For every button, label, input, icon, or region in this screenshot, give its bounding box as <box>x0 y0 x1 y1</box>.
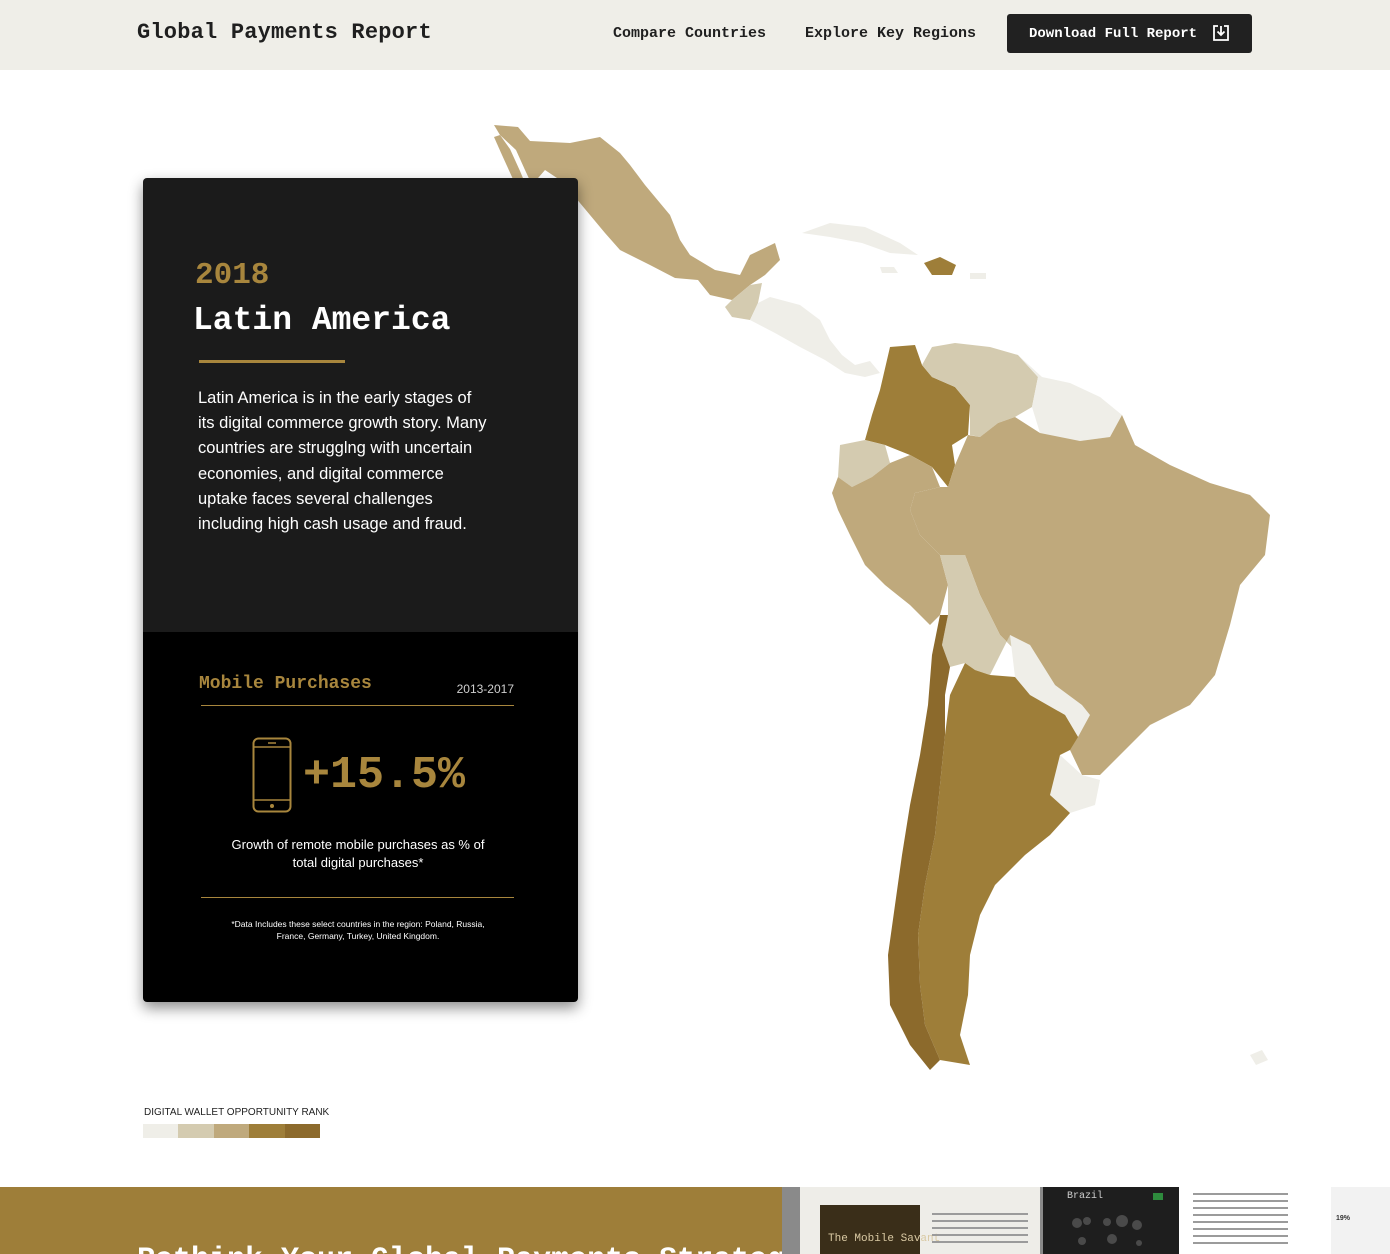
report-year: 2018 <box>195 258 270 293</box>
nav-compare-countries[interactable]: Compare Countries <box>613 25 766 42</box>
report-preview-collage: The Mobile Savant Brazil 19% <box>782 1187 1390 1254</box>
region-description: Latin America is in the early stages of … <box>198 389 487 534</box>
teaser-heading: Rethink Your Global Payments Strategy <box>137 1243 782 1254</box>
metric-value: +15.5% <box>303 750 466 801</box>
legend-title: DIGITAL WALLET OPPORTUNITY RANK <box>144 1107 330 1118</box>
map-region-jamaica <box>880 267 898 273</box>
map-region-cuba <box>802 223 918 255</box>
legend-swatch-5 <box>284 1124 321 1138</box>
preview-percent: 19% <box>1336 1215 1351 1222</box>
metric-divider <box>201 705 514 706</box>
preview-world-map-icon <box>1072 1215 1142 1246</box>
preview-text-lines <box>932 1213 1028 1248</box>
metric-caption: Growth of remote mobile purchases as % o… <box>231 837 485 870</box>
brand-title[interactable]: Global Payments Report <box>137 20 432 45</box>
footnote-divider <box>201 897 514 898</box>
map-region-puerto-rico <box>970 273 986 279</box>
preview-dark-block <box>820 1205 920 1254</box>
preview-page-title: The Mobile Savant <box>828 1233 941 1245</box>
title-divider <box>199 360 345 363</box>
download-report-button[interactable]: Download Full Report <box>1007 14 1252 53</box>
map-region-central-america[interactable] <box>750 297 880 377</box>
metric-years: 2013-2017 <box>456 682 514 696</box>
smartphone-icon <box>252 737 292 813</box>
data-footnote: *Data Includes these select countries in… <box>231 919 485 941</box>
preview-page-3 <box>1179 1187 1331 1254</box>
map-region-falklands <box>1250 1050 1268 1065</box>
preview-text-lines-2 <box>1193 1193 1288 1249</box>
latin-america-map <box>494 125 1270 1070</box>
legend-color-scale <box>143 1124 321 1138</box>
preview-page-2: Brazil <box>1043 1187 1179 1254</box>
legend-swatch-4 <box>249 1124 285 1138</box>
legend-swatch-2 <box>178 1124 214 1138</box>
nav-explore-key-regions[interactable]: Explore Key Regions <box>805 25 976 42</box>
preview-page-4: 19% <box>1331 1187 1390 1254</box>
top-navigation-bar: Global Payments Report Compare Countries… <box>0 0 1390 70</box>
download-icon <box>1213 25 1229 41</box>
region-title: Latin America <box>193 302 451 339</box>
legend-swatch-1 <box>143 1124 179 1138</box>
legend-swatch-3 <box>213 1124 250 1138</box>
map-region-hispaniola[interactable] <box>924 257 956 275</box>
brazil-flag-icon <box>1153 1193 1163 1200</box>
card-metric-section: Mobile Purchases 2013-2017 +15.5% Growth… <box>143 632 578 1002</box>
teaser-banner: Rethink Your Global Payments Strategy <box>0 1187 782 1254</box>
region-info-card: 2018 Latin America Latin America is in t… <box>143 178 578 1002</box>
preview-page-1: The Mobile Savant <box>800 1187 1040 1254</box>
preview-country-label: Brazil <box>1067 1191 1104 1202</box>
card-summary-section: 2018 Latin America Latin America is in t… <box>143 178 578 632</box>
download-button-label: Download Full Report <box>1029 25 1198 42</box>
metric-title: Mobile Purchases <box>199 674 372 694</box>
